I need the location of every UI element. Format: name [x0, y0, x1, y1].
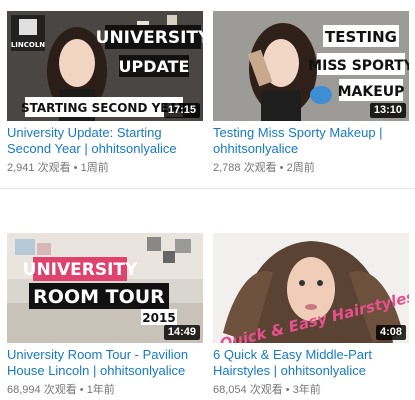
meta-separator: •	[279, 162, 284, 174]
video-title-link[interactable]: University Room Tour - Pavilion House Li…	[7, 347, 203, 379]
thumb-text: TESTING	[325, 28, 397, 46]
logo-lettering: LINCOLN	[11, 41, 45, 49]
video-thumbnail[interactable]: TESTING MISS SPORTY MAKEUP 13:10	[213, 11, 409, 121]
duration-badge: 4:08	[375, 325, 406, 340]
meta-separator: •	[79, 384, 84, 396]
thumb-text: 2015	[142, 311, 175, 325]
video-title-link[interactable]: University Update: Starting Second Year …	[7, 125, 203, 157]
view-count: 68,994 次观看	[7, 384, 77, 396]
meta-separator: •	[285, 384, 290, 396]
video-thumbnail[interactable]: LINCOLN UNIVERSITY UPDATE STARTING SECON…	[7, 11, 203, 121]
thumb-text: UNIVERSITY	[96, 28, 203, 48]
duration-badge: 17:15	[163, 103, 200, 118]
thumb-text: UPDATE	[119, 57, 190, 76]
upload-age: 1周前	[80, 162, 109, 174]
thumb-text: ROOM TOUR	[33, 286, 165, 308]
upload-age: 1年前	[86, 384, 115, 396]
video-title-link[interactable]: Testing Miss Sporty Makeup | ohhitsonlya…	[213, 125, 409, 157]
video-title-link[interactable]: 6 Quick & Easy Middle-Part Hairstyles | …	[213, 347, 409, 379]
view-count: 2,941 次观看	[7, 162, 71, 174]
meta-separator: •	[73, 162, 78, 174]
view-count: 68,054 次观看	[213, 384, 283, 396]
duration-badge: 14:49	[163, 325, 200, 340]
thumb-text: MAKEUP	[338, 84, 405, 100]
video-meta: 2,788 次观看 • 2周前	[213, 159, 315, 175]
video-meta: 68,994 次观看 • 1年前	[7, 381, 115, 397]
upload-age: 3年前	[292, 384, 321, 396]
video-thumbnail[interactable]: 6 Quick & Easy Hairstyles 4:08	[213, 233, 409, 343]
duration-badge: 13:10	[369, 103, 406, 118]
video-meta: 2,941 次观看 • 1周前	[7, 159, 109, 175]
video-thumbnail[interactable]: UNIVERSITY ROOM TOUR 2015 14:49	[7, 233, 203, 343]
section-divider	[0, 188, 415, 189]
thumb-text: MISS SPORTY	[308, 58, 409, 74]
view-count: 2,788 次观看	[213, 162, 277, 174]
thumb-text: STARTING SECOND YEAR	[21, 101, 187, 115]
video-meta: 68,054 次观看 • 3年前	[213, 381, 321, 397]
thumb-text: UNIVERSITY	[23, 260, 138, 280]
upload-age: 2周前	[286, 162, 315, 174]
